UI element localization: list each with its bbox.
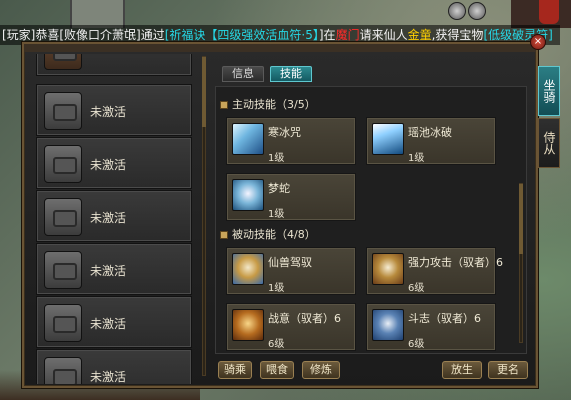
skill-icon[interactable] xyxy=(372,309,404,341)
ride-button[interactable]: 骑乘 xyxy=(218,361,252,379)
sound-icon[interactable] xyxy=(468,2,486,20)
skill-level: 6级 xyxy=(408,283,425,294)
rename-button[interactable]: 更名 xyxy=(488,361,528,379)
top-icon-group xyxy=(448,2,498,20)
mount-slot[interactable]: 未激活 xyxy=(36,137,192,189)
skill-level: 6级 xyxy=(408,339,425,350)
skill-name: 瑶池冰破 xyxy=(408,126,452,139)
skill-level: 1级 xyxy=(268,209,285,220)
mount-thumbnail xyxy=(44,54,82,70)
marquee-segment: 请来仙人 xyxy=(359,28,408,42)
tab-info[interactable]: 信息 xyxy=(222,66,264,82)
marquee-segment: ,获得宝物 xyxy=(431,28,484,42)
skill-level: 1级 xyxy=(408,153,425,164)
skill-level: 6级 xyxy=(268,339,285,350)
passive-skills-title: 被动技能（4/8） xyxy=(232,228,316,241)
mount-slot-partial[interactable] xyxy=(36,54,192,76)
settings-icon[interactable] xyxy=(448,2,466,20)
skills-scrollbar[interactable] xyxy=(519,183,523,343)
skill-icon[interactable] xyxy=(232,253,264,285)
feed-button[interactable]: 喂食 xyxy=(260,361,294,379)
mount-window: 未激活 未激活 未激活 未激活 未激活 未激活 信息 技能 主动技能（3/5） 被动技能（… xyxy=(22,42,538,388)
skill-icon[interactable] xyxy=(372,123,404,155)
locked-slot-icon xyxy=(44,198,82,236)
skill-card[interactable]: 强力攻击（驭者）6 6级 xyxy=(366,247,503,295)
mount-slot[interactable]: 未激活 xyxy=(36,243,192,295)
skill-icon[interactable] xyxy=(232,179,264,211)
window-title-bar[interactable] xyxy=(24,44,536,52)
marquee-segment: ]在 xyxy=(318,28,336,42)
skill-name: 寒冰咒 xyxy=(268,126,301,139)
skill-card[interactable]: 寒冰咒 1级 xyxy=(226,117,356,165)
skill-level: 1级 xyxy=(268,283,285,294)
locked-slot-icon xyxy=(44,304,82,342)
slot-status-label: 未激活 xyxy=(90,105,127,119)
release-button[interactable]: 放生 xyxy=(442,361,482,379)
skill-level: 1级 xyxy=(268,153,285,164)
scrollbar-thumb[interactable] xyxy=(202,57,206,127)
active-skills-header: 主动技能（3/5） xyxy=(220,97,316,113)
slot-status-label: 未激活 xyxy=(90,317,127,331)
passive-skills-header: 被动技能（4/8） xyxy=(220,227,316,243)
skill-icon[interactable] xyxy=(372,253,404,285)
marquee-segment: 魔门 xyxy=(335,28,360,42)
mount-slot[interactable]: 未激活 xyxy=(36,84,192,136)
marquee-segment: [玩家]恭喜[败像口介萧氓]通过 xyxy=(2,28,165,42)
slot-status-label: 未激活 xyxy=(90,264,127,278)
scene-pillar xyxy=(70,0,125,28)
locked-slot-icon xyxy=(44,92,82,130)
active-skills-title: 主动技能（3/5） xyxy=(232,98,316,111)
train-button[interactable]: 修炼 xyxy=(302,361,340,379)
skill-icon[interactable] xyxy=(232,123,264,155)
skill-name: 战意（驭者）6 xyxy=(268,312,341,325)
skill-card[interactable]: 梦蛇 1级 xyxy=(226,173,356,221)
mount-list-scrollbar[interactable] xyxy=(202,56,206,376)
skill-name: 强力攻击（驭者）6 xyxy=(408,256,503,269)
marquee-segment: [祈福诀【四级强效活血符·5】 xyxy=(164,28,319,42)
mount-slot[interactable]: 未激活 xyxy=(36,296,192,348)
slot-status-label: 未激活 xyxy=(90,370,127,384)
skill-icon[interactable] xyxy=(232,309,264,341)
skill-card[interactable]: 战意（驭者）6 6级 xyxy=(226,303,356,351)
section-bullet-icon xyxy=(220,101,228,109)
skills-panel: 主动技能（3/5） 被动技能（4/8） 寒冰咒 1级 瑶池冰破 1级 梦蛇 1级 仙兽驾驭 1… xyxy=(215,86,527,354)
slot-status-label: 未激活 xyxy=(90,158,127,172)
locked-slot-icon xyxy=(44,251,82,289)
marquee-segment: 金童 xyxy=(407,28,432,42)
mount-slot[interactable]: 未激活 xyxy=(36,349,192,384)
mount-slot[interactable]: 未激活 xyxy=(36,190,192,242)
skill-name: 斗志（驭者）6 xyxy=(408,312,481,325)
side-tab-attendant[interactable]: 侍从 xyxy=(538,118,560,168)
skill-card[interactable]: 瑶池冰破 1级 xyxy=(366,117,496,165)
section-bullet-icon xyxy=(220,231,228,239)
side-tab-mount[interactable]: 坐骑 xyxy=(538,66,560,116)
skill-name: 梦蛇 xyxy=(268,182,290,195)
skill-card[interactable]: 仙兽驾驭 1级 xyxy=(226,247,356,295)
mount-slot-list: 未激活 未激活 未激活 未激活 未激活 未激活 xyxy=(36,54,200,384)
locked-slot-icon xyxy=(44,357,82,384)
slot-status-label: 未激活 xyxy=(90,211,127,225)
locked-slot-icon xyxy=(44,145,82,183)
scrollbar-thumb[interactable] xyxy=(519,184,523,254)
skill-name: 仙兽驾驭 xyxy=(268,256,312,269)
scene-lantern xyxy=(539,0,559,24)
close-icon[interactable]: × xyxy=(530,34,546,50)
tab-skills[interactable]: 技能 xyxy=(270,66,312,82)
skill-card[interactable]: 斗志（驭者）6 6级 xyxy=(366,303,496,351)
